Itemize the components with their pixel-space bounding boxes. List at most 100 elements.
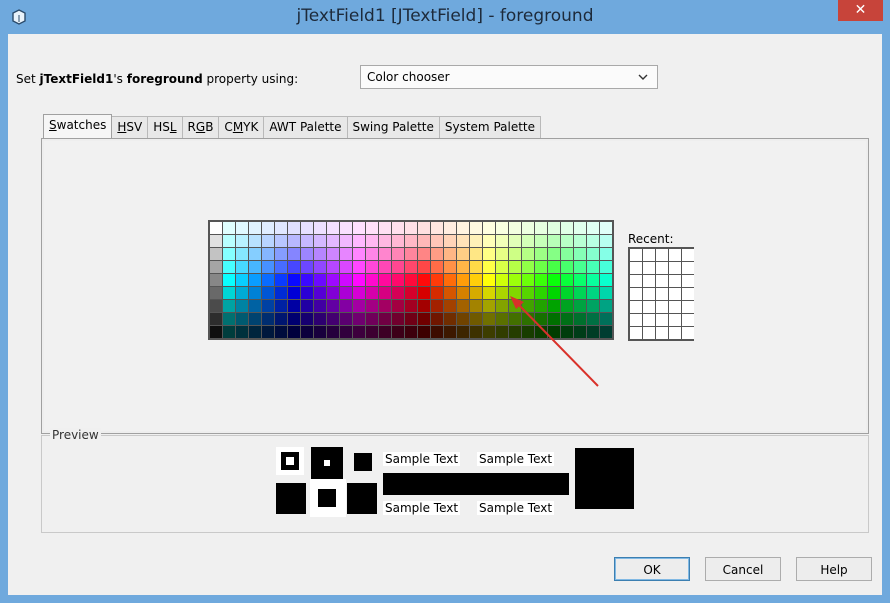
color-swatch[interactable]	[418, 287, 430, 299]
color-swatch[interactable]	[600, 261, 612, 273]
color-swatch[interactable]	[314, 235, 326, 247]
color-swatch[interactable]	[301, 274, 313, 286]
color-swatch[interactable]	[405, 222, 417, 234]
color-swatch[interactable]	[327, 300, 339, 312]
color-swatch[interactable]	[249, 248, 261, 260]
color-swatch[interactable]	[288, 274, 300, 286]
color-swatch[interactable]	[392, 235, 404, 247]
color-swatch[interactable]	[392, 326, 404, 338]
color-swatch[interactable]	[509, 248, 521, 260]
color-swatch[interactable]	[496, 261, 508, 273]
color-swatch[interactable]	[379, 235, 391, 247]
color-swatch[interactable]	[561, 261, 573, 273]
color-swatch[interactable]	[314, 287, 326, 299]
color-swatch[interactable]	[301, 248, 313, 260]
color-swatch[interactable]	[496, 222, 508, 234]
color-swatch[interactable]	[236, 313, 248, 325]
color-swatch[interactable]	[210, 287, 222, 299]
tab-awt-palette[interactable]: AWT Palette	[263, 116, 348, 138]
color-swatch[interactable]	[379, 300, 391, 312]
color-swatch[interactable]	[262, 287, 274, 299]
color-swatch[interactable]	[574, 261, 586, 273]
color-swatch[interactable]	[587, 274, 599, 286]
color-swatch[interactable]	[496, 274, 508, 286]
color-swatch[interactable]	[366, 222, 378, 234]
color-swatch[interactable]	[275, 274, 287, 286]
color-swatch[interactable]	[548, 235, 560, 247]
color-swatch[interactable]	[236, 300, 248, 312]
color-swatch[interactable]	[353, 313, 365, 325]
recent-swatch[interactable]	[682, 288, 694, 300]
color-swatch[interactable]	[522, 222, 534, 234]
color-swatch[interactable]	[275, 235, 287, 247]
color-swatch[interactable]	[587, 261, 599, 273]
color-swatch[interactable]	[314, 300, 326, 312]
color-swatch[interactable]	[236, 326, 248, 338]
color-swatch[interactable]	[405, 287, 417, 299]
color-swatch[interactable]	[314, 274, 326, 286]
color-swatch[interactable]	[327, 326, 339, 338]
color-swatch[interactable]	[210, 274, 222, 286]
color-swatch[interactable]	[262, 222, 274, 234]
color-swatch[interactable]	[353, 274, 365, 286]
color-swatch[interactable]	[288, 313, 300, 325]
color-swatch[interactable]	[262, 248, 274, 260]
color-swatch[interactable]	[301, 222, 313, 234]
color-swatch[interactable]	[431, 274, 443, 286]
color-swatch[interactable]	[366, 287, 378, 299]
color-swatch[interactable]	[405, 261, 417, 273]
color-swatch[interactable]	[405, 300, 417, 312]
color-swatch[interactable]	[483, 313, 495, 325]
color-swatch[interactable]	[249, 300, 261, 312]
tab-cmyk[interactable]: CMYK	[218, 116, 265, 138]
color-swatch[interactable]	[327, 274, 339, 286]
recent-swatch[interactable]	[656, 327, 668, 339]
color-swatch[interactable]	[548, 222, 560, 234]
color-swatch[interactable]	[457, 248, 469, 260]
recent-swatch[interactable]	[669, 275, 681, 287]
tab-swatches[interactable]: Swatches	[43, 114, 113, 138]
recent-swatch[interactable]	[682, 275, 694, 287]
color-swatch[interactable]	[509, 261, 521, 273]
color-swatch[interactable]	[431, 222, 443, 234]
color-swatch[interactable]	[587, 222, 599, 234]
color-swatch[interactable]	[405, 326, 417, 338]
color-swatch[interactable]	[249, 313, 261, 325]
color-swatch[interactable]	[210, 248, 222, 260]
color-swatch[interactable]	[275, 248, 287, 260]
color-swatch[interactable]	[548, 274, 560, 286]
color-swatch[interactable]	[457, 274, 469, 286]
color-swatch[interactable]	[431, 248, 443, 260]
color-swatch[interactable]	[509, 274, 521, 286]
color-swatch[interactable]	[379, 261, 391, 273]
color-swatch[interactable]	[288, 300, 300, 312]
color-swatch[interactable]	[288, 235, 300, 247]
color-swatch[interactable]	[509, 222, 521, 234]
color-swatch[interactable]	[353, 235, 365, 247]
recent-swatch[interactable]	[656, 314, 668, 326]
color-swatch[interactable]	[340, 261, 352, 273]
color-swatch[interactable]	[535, 274, 547, 286]
color-swatch[interactable]	[275, 287, 287, 299]
color-swatch[interactable]	[470, 300, 482, 312]
color-swatch[interactable]	[600, 235, 612, 247]
color-swatch[interactable]	[262, 261, 274, 273]
color-swatch[interactable]	[548, 261, 560, 273]
color-swatch[interactable]	[457, 313, 469, 325]
color-swatch[interactable]	[301, 261, 313, 273]
color-swatch[interactable]	[340, 313, 352, 325]
color-swatch[interactable]	[392, 222, 404, 234]
recent-swatch[interactable]	[682, 314, 694, 326]
color-swatch[interactable]	[210, 222, 222, 234]
color-swatch[interactable]	[379, 326, 391, 338]
recent-swatch[interactable]	[656, 275, 668, 287]
color-swatch[interactable]	[314, 313, 326, 325]
color-swatch[interactable]	[418, 222, 430, 234]
recent-swatch[interactable]	[630, 288, 642, 300]
color-swatch[interactable]	[236, 235, 248, 247]
color-swatch[interactable]	[340, 287, 352, 299]
color-swatch[interactable]	[379, 274, 391, 286]
color-swatch[interactable]	[600, 248, 612, 260]
color-swatch[interactable]	[327, 313, 339, 325]
recent-swatch[interactable]	[643, 262, 655, 274]
